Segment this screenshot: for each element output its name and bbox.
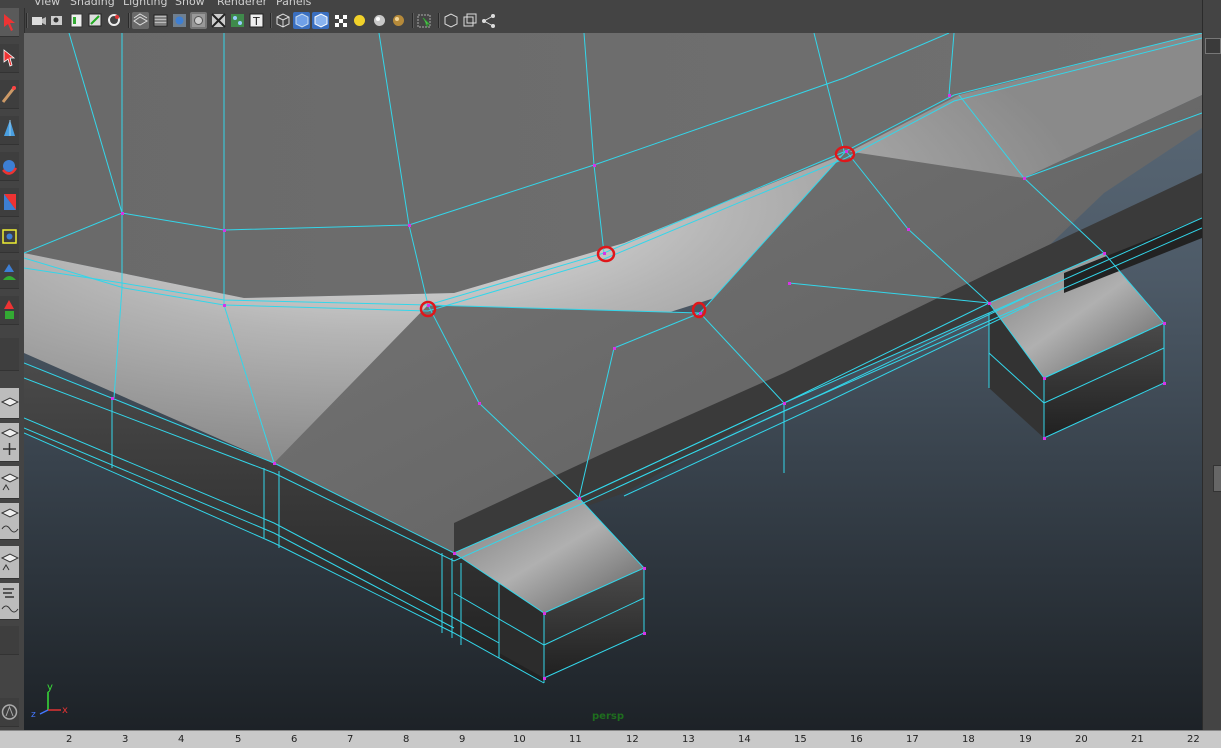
menu-shading[interactable]: Shading (70, 0, 115, 8)
ruler-tick-label: 3 (122, 734, 129, 745)
menu-show[interactable]: Show (175, 0, 205, 8)
axis-y-label: y (47, 682, 53, 693)
ruler-tick-label: 9 (459, 734, 466, 745)
camera-attributes-icon[interactable] (30, 12, 47, 29)
2d-pan-zoom-icon[interactable] (87, 12, 104, 29)
ruler-tick-label: 19 (1019, 734, 1032, 745)
move-tool-icon[interactable] (0, 116, 19, 145)
persp-hypershade-layout-icon[interactable] (0, 546, 20, 579)
ruler-tick-label: 18 (962, 734, 975, 745)
image-plane-icon[interactable] (68, 12, 85, 29)
rotate-tool-icon[interactable] (0, 152, 19, 181)
ruler-tick-label: 7 (347, 734, 354, 745)
lights-icon[interactable] (371, 12, 388, 29)
show-manipulator-icon[interactable] (0, 296, 19, 325)
toolbar-separator (26, 13, 28, 28)
single-perspective-layout-icon[interactable] (0, 388, 20, 419)
soft-modify-icon[interactable] (0, 260, 19, 289)
ruler-tick-label: 5 (235, 734, 242, 745)
panel-menubar: View Shading Lighting Show Renderer Pane… (0, 0, 1221, 8)
universal-manipulator-icon[interactable] (0, 224, 19, 253)
ruler-tick-label: 22 (1187, 734, 1200, 745)
paint-select-icon[interactable] (0, 80, 19, 109)
textured-icon[interactable] (229, 12, 246, 29)
grid-icon[interactable] (293, 12, 310, 29)
toolbar-separator (128, 13, 130, 28)
channel-box-toggle-icon[interactable] (1205, 38, 1221, 54)
ruler-tick-label: 15 (794, 734, 807, 745)
menu-panels[interactable]: Panels (276, 0, 311, 8)
ruler-tick-label: 6 (291, 734, 298, 745)
ruler-tick-label: 14 (738, 734, 751, 745)
ruler-tick-label: 13 (682, 734, 695, 745)
right-side-panel (1202, 0, 1221, 730)
panel-toolbar: T (24, 8, 1202, 33)
bookmark-icon[interactable] (49, 12, 66, 29)
axis-gizmo: y x z (31, 682, 68, 720)
wireframe-icon[interactable] (132, 12, 149, 29)
textures-icon[interactable] (332, 12, 349, 29)
ruler-tick-label: 11 (569, 734, 582, 745)
toolbox-empty-slot (0, 626, 19, 655)
last-tool-icon[interactable] (0, 338, 19, 371)
side-scrollbar[interactable] (1213, 465, 1221, 492)
ruler-tick-label: 4 (178, 734, 185, 745)
toolbar-separator (412, 13, 414, 28)
ruler-tick-label: 20 (1075, 734, 1088, 745)
shaded-icon[interactable] (171, 12, 188, 29)
toolbar-separator (438, 13, 440, 28)
smooth-shade-icon[interactable] (152, 12, 169, 29)
toolbox (0, 8, 25, 730)
grease-pencil-icon[interactable] (106, 12, 123, 29)
wireframe-on-shaded-icon[interactable] (190, 12, 207, 29)
ruler-tick-label: 8 (403, 734, 410, 745)
ruler-tick-label: 12 (626, 734, 639, 745)
isolate-select-icon[interactable] (274, 12, 291, 29)
select-camera-icon[interactable] (416, 12, 433, 29)
menu-view[interactable]: View (34, 0, 60, 8)
lasso-tool-icon[interactable] (0, 44, 19, 73)
shadows-icon[interactable] (351, 12, 368, 29)
default-material-icon[interactable] (312, 12, 329, 29)
network-icon[interactable] (480, 12, 497, 29)
axis-x-label: x (62, 705, 68, 716)
display-icon[interactable] (442, 12, 459, 29)
time-slider[interactable]: 2 3 4 5 6 7 8 9 10 11 12 13 14 15 16 17 … (0, 730, 1221, 748)
maya-logo-icon (0, 698, 19, 727)
menu-renderer[interactable]: Renderer (217, 0, 267, 8)
perspective-viewport[interactable]: y x z (24, 33, 1202, 730)
lighting-icon[interactable]: T (248, 12, 265, 29)
persp-outliner-layout-icon[interactable] (0, 466, 20, 499)
select-tool-icon[interactable] (0, 8, 19, 37)
scale-tool-icon[interactable] (0, 188, 19, 217)
frame-all-icon[interactable] (461, 12, 478, 29)
ruler-tick-label: 16 (850, 734, 863, 745)
toolbar-separator (270, 13, 272, 28)
axis-z-label: z (31, 710, 36, 720)
outliner-layout-icon[interactable] (0, 583, 19, 620)
menu-lighting[interactable]: Lighting (123, 0, 167, 8)
ambient-occlusion-icon[interactable] (390, 12, 407, 29)
ruler-tick-label: 2 (66, 734, 73, 745)
persp-graph-layout-icon[interactable] (0, 503, 20, 540)
ruler-tick-label: 10 (513, 734, 526, 745)
ruler-tick-label: 21 (1131, 734, 1144, 745)
four-view-layout-icon[interactable] (0, 423, 20, 462)
camera-label: persp (592, 711, 624, 722)
ruler-tick-label: 17 (906, 734, 919, 745)
svg-text:T: T (252, 15, 260, 28)
xray-icon[interactable] (210, 12, 227, 29)
mesh-render (24, 33, 1202, 684)
